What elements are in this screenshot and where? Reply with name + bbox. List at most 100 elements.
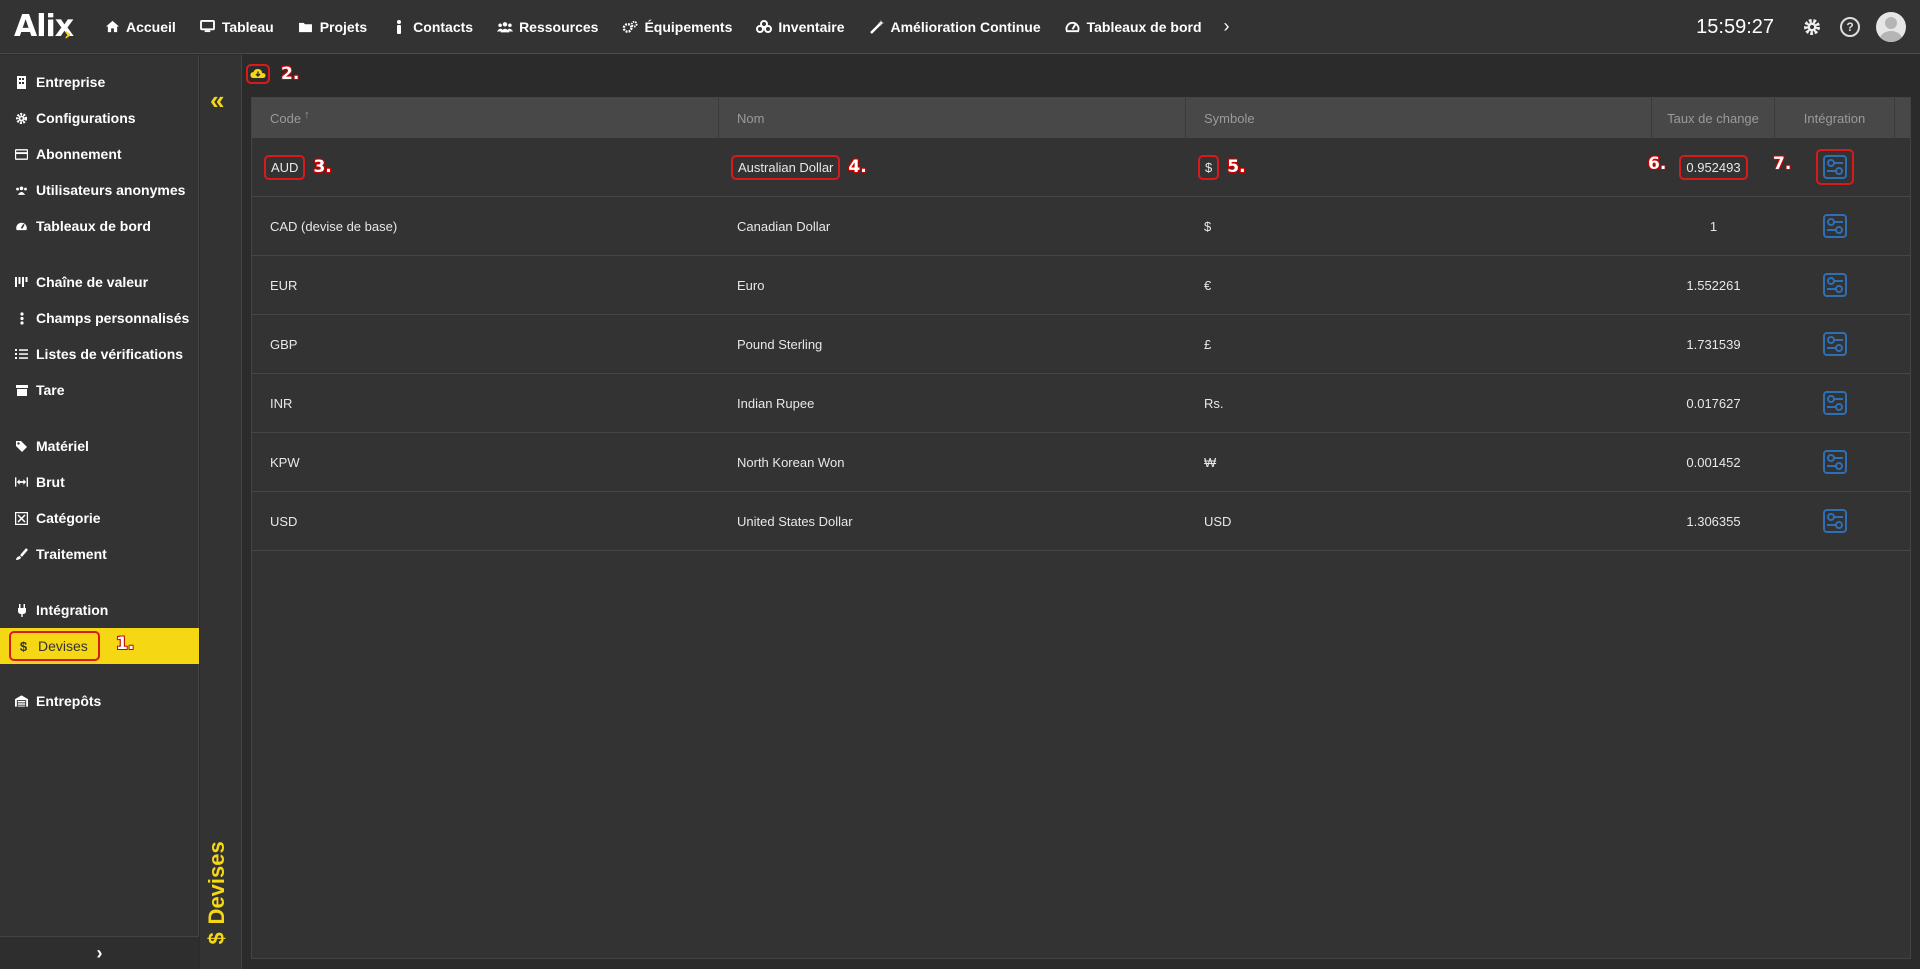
- table-row[interactable]: KPW North Korean Won ₩ 0.001452: [252, 433, 1910, 492]
- monitor-icon: [200, 20, 216, 34]
- table-row[interactable]: CAD (devise de base) Canadian Dollar $ 1: [252, 197, 1910, 256]
- column-header-symbole[interactable]: Symbole: [1186, 98, 1652, 138]
- tag-icon: [15, 440, 28, 453]
- warehouse-icon: [15, 695, 28, 708]
- sidebar-item-tare[interactable]: Tare: [0, 375, 199, 405]
- cell-rate: 1.552261: [1686, 277, 1741, 293]
- table-row[interactable]: EUR Euro € 1.552261: [252, 256, 1910, 315]
- integration-button[interactable]: [1822, 272, 1848, 298]
- cell-name: Indian Rupee: [737, 395, 815, 411]
- currencies-table: Code ↑ Nom Symbole Taux de change Intégr…: [251, 97, 1911, 959]
- gear-icon[interactable]: [1800, 15, 1824, 39]
- integration-icon: [1823, 155, 1847, 179]
- avatar[interactable]: [1876, 12, 1906, 42]
- cell-code: KPW: [270, 454, 300, 470]
- integration-icon: [1823, 450, 1847, 474]
- sidebar-expand-chevron-icon[interactable]: ›: [0, 936, 199, 969]
- cell-code: INR: [270, 395, 293, 411]
- sidebar-item-materiel[interactable]: Matériel: [0, 431, 199, 461]
- integration-icon: [1823, 509, 1847, 533]
- sidebar-item-integration[interactable]: Intégration: [0, 595, 199, 625]
- cell-symbol: $: [1204, 218, 1212, 234]
- vertical-dots-icon: [15, 311, 28, 325]
- cell-code: EUR: [270, 277, 298, 293]
- help-icon[interactable]: ?: [1838, 15, 1862, 39]
- nav-item-projets[interactable]: Projets: [286, 0, 379, 54]
- cell-name: North Korean Won: [737, 454, 845, 470]
- cell-rate: 1.306355: [1686, 513, 1741, 529]
- sidebar-item-listes-de-verifications[interactable]: Listes de vérifications: [0, 339, 199, 369]
- callout-3: 3.: [313, 157, 332, 177]
- cell-rate: 1: [1709, 218, 1718, 234]
- cell-name: Canadian Dollar: [737, 218, 831, 234]
- integration-button[interactable]: [1822, 508, 1848, 534]
- cell-name: Pound Sterling: [737, 336, 823, 352]
- cell-symbol: USD: [1204, 513, 1232, 529]
- sidebar-item-tableaux-de-bord[interactable]: Tableaux de bord: [0, 211, 199, 241]
- cell-symbol: ₩: [1204, 454, 1217, 470]
- nav-item-accueil[interactable]: Accueil: [92, 0, 188, 54]
- sidebar-item-abonnement[interactable]: Abonnement: [0, 139, 199, 169]
- cell-integration: [1775, 374, 1895, 433]
- sidebar-item-categorie[interactable]: Catégorie: [0, 503, 199, 533]
- nav-item-contacts[interactable]: Contacts: [379, 0, 485, 54]
- cell-name: Euro: [737, 277, 765, 293]
- nav-item-ressources[interactable]: Ressources: [485, 0, 610, 54]
- integration-button[interactable]: [1816, 149, 1854, 185]
- building-icon: [15, 75, 28, 89]
- cell-integration: [1775, 197, 1895, 256]
- cogs-icon: [622, 20, 638, 34]
- sidebar-item-champs-personnalises[interactable]: Champs personnalisés: [0, 303, 199, 333]
- nav-item-tableau[interactable]: Tableau: [188, 0, 286, 54]
- category-icon: [15, 511, 28, 525]
- dashboard-gauge-icon: [15, 220, 28, 233]
- main-nav: Accueil Tableau Projets Contacts Ressour…: [92, 0, 1240, 54]
- nav-more-chevron-icon[interactable]: ›: [1214, 16, 1240, 37]
- sidebar-item-entrepots[interactable]: Entrepôts: [0, 686, 199, 716]
- sidebar-item-brut[interactable]: Brut: [0, 467, 199, 497]
- person-icon: [391, 19, 407, 34]
- sidebar-item-devises[interactable]: $ Devises: [0, 628, 199, 664]
- cell-name: Australian Dollar 4.: [719, 138, 1186, 197]
- main-content: 2. Code ↑ Nom Symbole Taux de change Int…: [243, 55, 1920, 969]
- sidebar-item-utilisateurs-anonymes[interactable]: Utilisateurs anonymes: [0, 175, 199, 205]
- dashboard-gauge-icon: [1065, 20, 1081, 34]
- nav-item-tableaux-de-bord[interactable]: Tableaux de bord: [1053, 0, 1214, 54]
- integration-icon: [1823, 332, 1847, 356]
- table-row[interactable]: INR Indian Rupee Rs. 0.017627: [252, 374, 1910, 433]
- right-edge-scrollbar[interactable]: [1912, 55, 1920, 969]
- cell-symbol: £: [1204, 336, 1212, 352]
- integration-button[interactable]: [1822, 331, 1848, 357]
- table-row[interactable]: USD United States Dollar USD 1.306355: [252, 492, 1910, 551]
- nav-item-equipements[interactable]: Équipements: [610, 0, 744, 54]
- brush-icon: [15, 547, 28, 561]
- cell-code: USD: [270, 513, 298, 529]
- integration-button[interactable]: [1822, 390, 1848, 416]
- column-header-integration[interactable]: Intégration: [1775, 98, 1895, 138]
- collapse-sidebar-icon[interactable]: «: [210, 85, 224, 116]
- cell-rate: 0.017627: [1686, 395, 1741, 411]
- callout-5: 5.: [1227, 157, 1246, 177]
- integration-button[interactable]: [1822, 213, 1848, 239]
- column-header-code[interactable]: Code ↑: [252, 98, 719, 138]
- sort-ascending-icon: ↑: [304, 109, 310, 121]
- table-row[interactable]: GBP Pound Sterling £ 1.731539: [252, 315, 1910, 374]
- sidebar-item-entreprise[interactable]: Entreprise: [0, 67, 199, 97]
- sidebar-item-configurations[interactable]: Configurations: [0, 103, 199, 133]
- integration-icon: [1823, 273, 1847, 297]
- nav-item-inventaire[interactable]: Inventaire: [744, 0, 856, 54]
- sidebar-item-chaine-de-valeur[interactable]: Chaîne de valeur: [0, 267, 199, 297]
- column-header-taux-de-change[interactable]: Taux de change: [1652, 98, 1775, 138]
- nav-item-amelioration-continue[interactable]: Amélioration Continue: [857, 0, 1053, 54]
- home-icon: [104, 20, 120, 34]
- users-icon: [497, 20, 514, 34]
- app-logo[interactable]: Alix ›: [0, 0, 92, 54]
- column-header-nom[interactable]: Nom: [719, 98, 1186, 138]
- cloud-download-button[interactable]: [246, 64, 270, 84]
- boxes-icon: [756, 20, 773, 34]
- cell-integration: [1775, 256, 1895, 315]
- cell-symbol: Rs.: [1204, 395, 1224, 411]
- integration-button[interactable]: [1822, 449, 1848, 475]
- cell-integration: [1775, 138, 1895, 197]
- sidebar-item-traitement[interactable]: Traitement: [0, 539, 199, 569]
